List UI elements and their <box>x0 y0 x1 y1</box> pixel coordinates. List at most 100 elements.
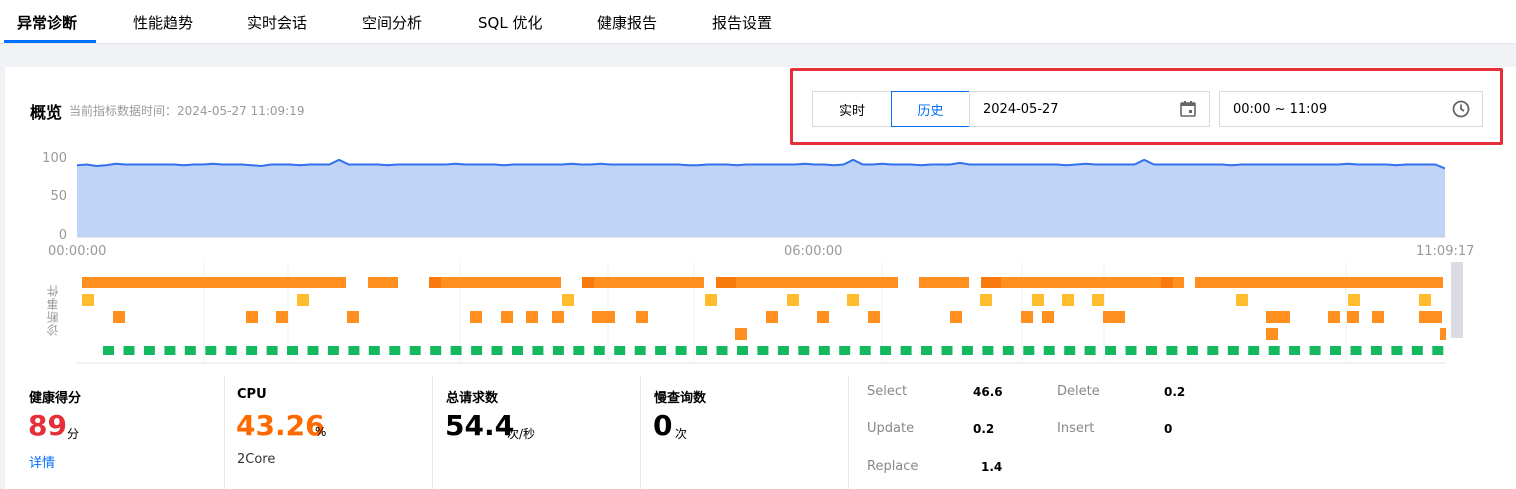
diagnosis-event-timeline <box>76 262 1446 364</box>
event-bar <box>716 277 898 288</box>
slow-queries-unit: 次 <box>675 427 688 441</box>
normal-event <box>1411 346 1423 355</box>
normal-event <box>675 346 687 355</box>
warning-event <box>980 294 992 306</box>
cpu-unit: % <box>315 425 327 439</box>
select-label: Select <box>867 384 908 399</box>
event-bar <box>582 277 594 288</box>
requests-value: 54.4 <box>445 409 515 442</box>
health-score-unit: 分 <box>67 427 80 441</box>
data-time-text: 当前指标数据时间：2024-05-27 11:09:19 <box>69 104 305 118</box>
minor-event <box>1042 311 1054 323</box>
event-bar <box>919 277 969 288</box>
x-tick-label: 00:00:00 <box>48 244 107 259</box>
minor-event <box>1430 311 1442 323</box>
normal-event <box>246 346 258 355</box>
normal-event <box>961 346 973 355</box>
slow-queries-title: 慢查询数 <box>654 391 707 406</box>
time-range-picker[interactable]: 00:00 ~ 11:09 <box>1219 91 1483 127</box>
warning-event <box>562 294 574 306</box>
minor-event <box>1328 311 1340 323</box>
tab-sql-optimize[interactable]: SQL 优化 <box>478 12 542 33</box>
cpu-value: 43.26 <box>236 409 325 442</box>
requests-unit: 次/秒 <box>507 427 536 441</box>
normal-event <box>143 346 155 355</box>
tab-health-report[interactable]: 健康报告 <box>597 12 657 33</box>
minor-event <box>1347 311 1359 323</box>
normal-event <box>1166 346 1178 355</box>
event-bar <box>1195 277 1443 288</box>
tab-realtime-session[interactable]: 实时会话 <box>247 12 307 33</box>
normal-event <box>1432 346 1444 355</box>
normal-event <box>430 346 442 355</box>
realtime-button[interactable]: 实时 <box>812 91 892 127</box>
tab-anomaly-diagnosis[interactable]: 异常诊断 <box>17 12 77 33</box>
normal-event <box>941 346 953 355</box>
warning-event <box>1236 294 1248 306</box>
tab-space-analysis[interactable]: 空间分析 <box>362 12 422 33</box>
health-score-area-chart <box>77 159 1445 238</box>
event-bar <box>981 277 1001 288</box>
warning-event <box>1032 294 1044 306</box>
replace-label: Replace <box>867 459 919 474</box>
normal-event <box>757 346 769 355</box>
delete-value: 0.2 <box>1164 385 1186 399</box>
minor-event <box>1113 311 1125 323</box>
normal-event <box>982 346 994 355</box>
tab-performance-trend[interactable]: 性能趋势 <box>133 12 193 33</box>
normal-event <box>737 346 748 355</box>
history-button[interactable]: 历史 <box>891 91 970 127</box>
divider <box>224 376 225 489</box>
minor-event <box>1266 311 1278 323</box>
normal-event <box>1309 346 1321 355</box>
tab-report-settings[interactable]: 报告设置 <box>712 12 772 33</box>
health-score-value: 89 <box>28 409 67 442</box>
y-tick-label: 100 <box>42 151 67 166</box>
minor-event <box>1440 328 1446 340</box>
normal-event <box>1146 346 1157 355</box>
normal-event <box>573 346 585 355</box>
normal-event <box>103 346 114 355</box>
normal-event <box>266 346 278 355</box>
normal-event <box>716 346 728 355</box>
delete-label: Delete <box>1057 384 1100 399</box>
timeline-scrollbar[interactable] <box>1451 262 1463 338</box>
minor-event <box>817 311 829 323</box>
event-bar <box>429 277 561 288</box>
normal-event <box>1268 346 1280 355</box>
normal-event <box>307 346 319 355</box>
normal-event <box>409 346 421 355</box>
normal-event <box>1002 346 1014 355</box>
minor-event <box>470 311 482 323</box>
normal-event <box>880 346 892 355</box>
warning-event <box>787 294 799 306</box>
warning-event <box>1092 294 1104 306</box>
minor-event <box>636 311 648 323</box>
event-bar <box>429 277 441 288</box>
normal-event <box>1370 346 1382 355</box>
minor-event <box>276 311 288 323</box>
minor-event <box>1278 311 1290 323</box>
clock-icon <box>1452 100 1470 118</box>
cpu-title: CPU <box>237 387 267 402</box>
event-bar <box>1161 277 1173 288</box>
details-link[interactable]: 详情 <box>29 452 55 471</box>
warning-event <box>847 294 859 306</box>
insert-value: 0 <box>1164 422 1173 436</box>
normal-event <box>327 346 339 355</box>
normal-event <box>368 346 380 355</box>
minor-event <box>1419 311 1431 323</box>
normal-event <box>655 346 667 355</box>
warning-event <box>297 294 309 306</box>
event-bar <box>716 277 736 288</box>
normal-event <box>634 346 646 355</box>
select-value: 46.6 <box>973 385 1003 399</box>
minor-event <box>113 311 125 323</box>
normal-event <box>1043 346 1055 355</box>
normal-event <box>491 346 503 355</box>
normal-event <box>1227 346 1239 355</box>
date-picker[interactable]: 2024-05-27 <box>969 91 1210 127</box>
normal-event <box>1084 346 1096 355</box>
divider <box>640 376 641 489</box>
warning-event <box>82 294 94 306</box>
